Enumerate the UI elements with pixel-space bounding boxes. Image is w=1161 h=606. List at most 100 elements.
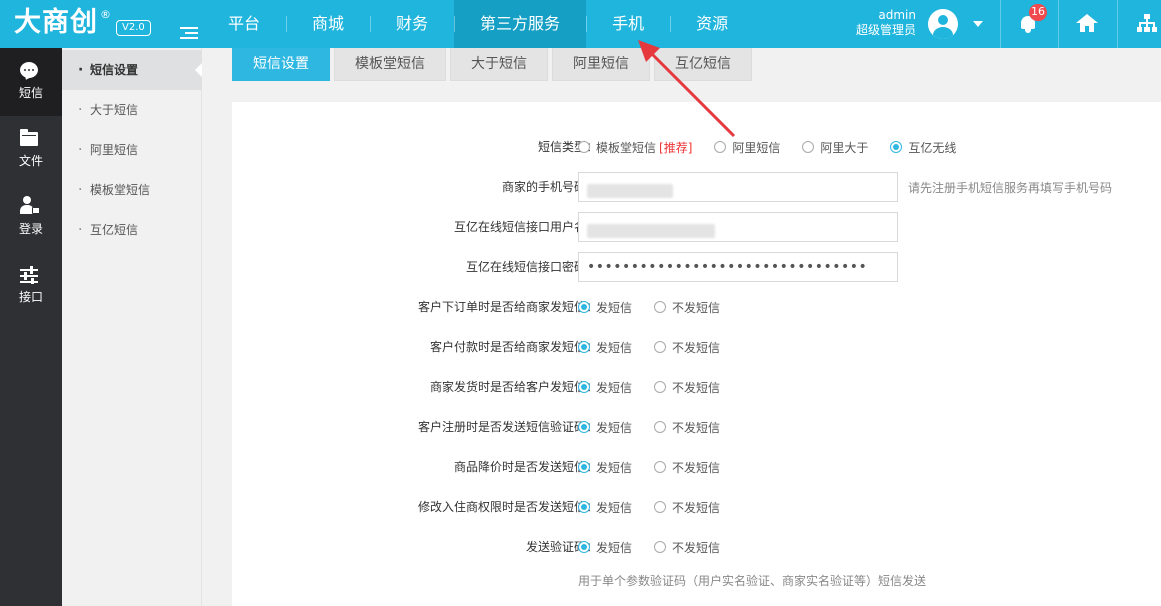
submenu-item-dayu-sms[interactable]: 大于短信	[62, 90, 202, 130]
field-label: 修改入住商权限时是否发送短信：	[417, 500, 598, 514]
logo-text: 大商创	[14, 7, 98, 38]
radio-label: 不发短信	[672, 300, 721, 315]
tab-dayu-sms[interactable]: 大于短信	[450, 48, 548, 81]
form-row-toggle: 发送验证码： 发短信 不发短信	[232, 532, 1161, 562]
iconbar-label: 文件	[18, 154, 43, 168]
radio-no-send[interactable]: 不发短信	[654, 299, 720, 316]
radio-label: 发短信	[596, 460, 633, 475]
radio-send[interactable]: 发短信	[578, 299, 632, 316]
radio-label: 阿里大于	[820, 140, 869, 155]
logo[interactable]: 大商创 ®	[14, 6, 111, 42]
version-badge: V2.0	[116, 20, 151, 36]
field-label: 客户注册时是否发送短信验证码：	[417, 420, 598, 434]
radio-send[interactable]: 发短信	[578, 339, 632, 356]
tab-sms-settings[interactable]: 短信设置	[232, 48, 330, 81]
field-label: 商品降价时是否发送短信：	[453, 460, 598, 474]
radio-send[interactable]: 发短信	[578, 499, 632, 516]
divider	[1117, 0, 1118, 48]
home-icon[interactable]	[1076, 14, 1098, 34]
iconbar-item-api[interactable]: 接口	[0, 252, 62, 320]
tab-bar: 短信设置 模板堂短信 大于短信 阿里短信 互亿短信	[232, 48, 756, 81]
radio-send[interactable]: 发短信	[578, 539, 632, 556]
divider	[1058, 0, 1059, 48]
main-nav: 平台 商城 财务 第三方服务 手机 资源	[202, 0, 754, 48]
form-row-toggle: 客户注册时是否发送短信验证码： 发短信 不发短信	[232, 412, 1161, 442]
radio-label: 发短信	[596, 380, 633, 395]
radio-send[interactable]: 发短信	[578, 459, 632, 476]
phone-input[interactable]	[578, 172, 898, 202]
user-lock-icon	[19, 196, 41, 216]
radio-no-send[interactable]: 不发短信	[654, 539, 720, 556]
recommend-tag: [推荐]	[659, 140, 693, 155]
chat-icon	[20, 62, 38, 78]
tab-huyi-sms[interactable]: 互亿短信	[654, 48, 752, 81]
nav-item-platform[interactable]: 平台	[202, 0, 286, 48]
content-area: 短信设置 模板堂短信 大于短信 阿里短信 互亿短信 短信类型： 模板堂短信 [推荐…	[202, 48, 1161, 606]
form-row-toggle: 商品降价时是否发送短信： 发短信 不发短信	[232, 452, 1161, 482]
form-row-phone: 商家的手机号码： 请先注册手机短信服务再填写手机号码	[232, 172, 1161, 202]
field-label: 互亿在线短信接口用户名：	[453, 220, 598, 234]
submenu-item-huyi-sms[interactable]: 互亿短信	[62, 210, 202, 250]
radio-send[interactable]: 发短信	[578, 379, 632, 396]
radio-label: 发短信	[596, 420, 633, 435]
user-info[interactable]: admin 超级管理员	[852, 8, 916, 38]
radio-label: 发短信	[596, 300, 633, 315]
radio-label: 不发短信	[672, 340, 721, 355]
tab-template-sms[interactable]: 模板堂短信	[334, 48, 446, 81]
field-label: 商家发货时是否给客户发短信：	[429, 380, 598, 394]
nav-item-finance[interactable]: 财务	[370, 0, 454, 48]
user-role: 超级管理员	[855, 23, 916, 37]
iconbar-label: 登录	[18, 222, 43, 236]
form-row-toggle: 商家发货时是否给客户发短信： 发短信 不发短信	[232, 372, 1161, 402]
iconbar-label: 接口	[18, 290, 43, 304]
radio-no-send[interactable]: 不发短信	[654, 499, 720, 516]
sliders-icon	[20, 266, 38, 284]
submenu-item-ali-sms[interactable]: 阿里短信	[62, 130, 202, 170]
nav-item-third-party[interactable]: 第三方服务	[454, 0, 587, 48]
iconbar-item-sms[interactable]: 短信	[0, 48, 62, 116]
nav-item-mobile[interactable]: 手机	[586, 0, 670, 48]
iconbar-item-login[interactable]: 登录	[0, 184, 62, 252]
radio-label: 发短信	[596, 340, 633, 355]
form-row-api-user: 互亿在线短信接口用户名：	[232, 212, 1161, 242]
menu-toggle-icon[interactable]	[180, 27, 198, 41]
chevron-down-icon[interactable]	[973, 21, 983, 27]
nav-item-mall[interactable]: 商城	[286, 0, 370, 48]
radio-label: 不发短信	[672, 540, 721, 555]
registered-mark: ®	[100, 8, 111, 21]
radio-label: 不发短信	[672, 380, 721, 395]
top-bar: 大商创 ® V2.0 平台 商城 财务 第三方服务 手机 资源 admin 超级…	[0, 0, 1161, 48]
radio-no-send[interactable]: 不发短信	[654, 379, 720, 396]
radio-huyi-wireless[interactable]: 互亿无线	[890, 139, 956, 156]
radio-label: 阿里短信	[732, 140, 781, 155]
radio-ali-sms[interactable]: 阿里短信	[714, 139, 780, 156]
radio-ali-dayu[interactable]: 阿里大于	[802, 139, 868, 156]
phone-hint: 请先注册手机短信服务再填写手机号码	[908, 180, 1113, 195]
iconbar-item-files[interactable]: 文件	[0, 116, 62, 184]
field-label: 客户下订单时是否给商家发短信：	[417, 300, 598, 314]
user-name: admin	[878, 8, 916, 22]
notification-badge: 16	[1029, 4, 1047, 21]
sitemap-icon[interactable]	[1137, 14, 1157, 34]
radio-no-send[interactable]: 不发短信	[654, 419, 720, 436]
form-row-toggle: 修改入住商权限时是否发送短信： 发短信 不发短信	[232, 492, 1161, 522]
radio-label: 模板堂短信	[596, 140, 657, 155]
nav-item-resources[interactable]: 资源	[670, 0, 754, 48]
tab-ali-sms[interactable]: 阿里短信	[552, 48, 650, 81]
submenu-item-sms-settings[interactable]: 短信设置	[62, 50, 202, 90]
radio-label: 发短信	[596, 500, 633, 515]
avatar-icon[interactable]	[928, 9, 958, 39]
api-password-input[interactable]: ••••••••••••••••••••••••••••••••	[578, 252, 898, 282]
icon-sidebar: 短信 文件 登录 接口	[0, 48, 62, 606]
radio-label: 互亿无线	[908, 140, 957, 155]
radio-no-send[interactable]: 不发短信	[654, 339, 720, 356]
radio-template-sms[interactable]: 模板堂短信 [推荐]	[578, 139, 692, 156]
radio-no-send[interactable]: 不发短信	[654, 459, 720, 476]
radio-label: 发短信	[596, 540, 633, 555]
submenu-item-template-sms[interactable]: 模板堂短信	[62, 170, 202, 210]
iconbar-label: 短信	[18, 86, 43, 100]
sub-menu: 短信设置 大于短信 阿里短信 模板堂短信 互亿短信	[62, 48, 202, 606]
api-username-input[interactable]	[578, 212, 898, 242]
radio-send[interactable]: 发短信	[578, 419, 632, 436]
radio-label: 不发短信	[672, 460, 721, 475]
